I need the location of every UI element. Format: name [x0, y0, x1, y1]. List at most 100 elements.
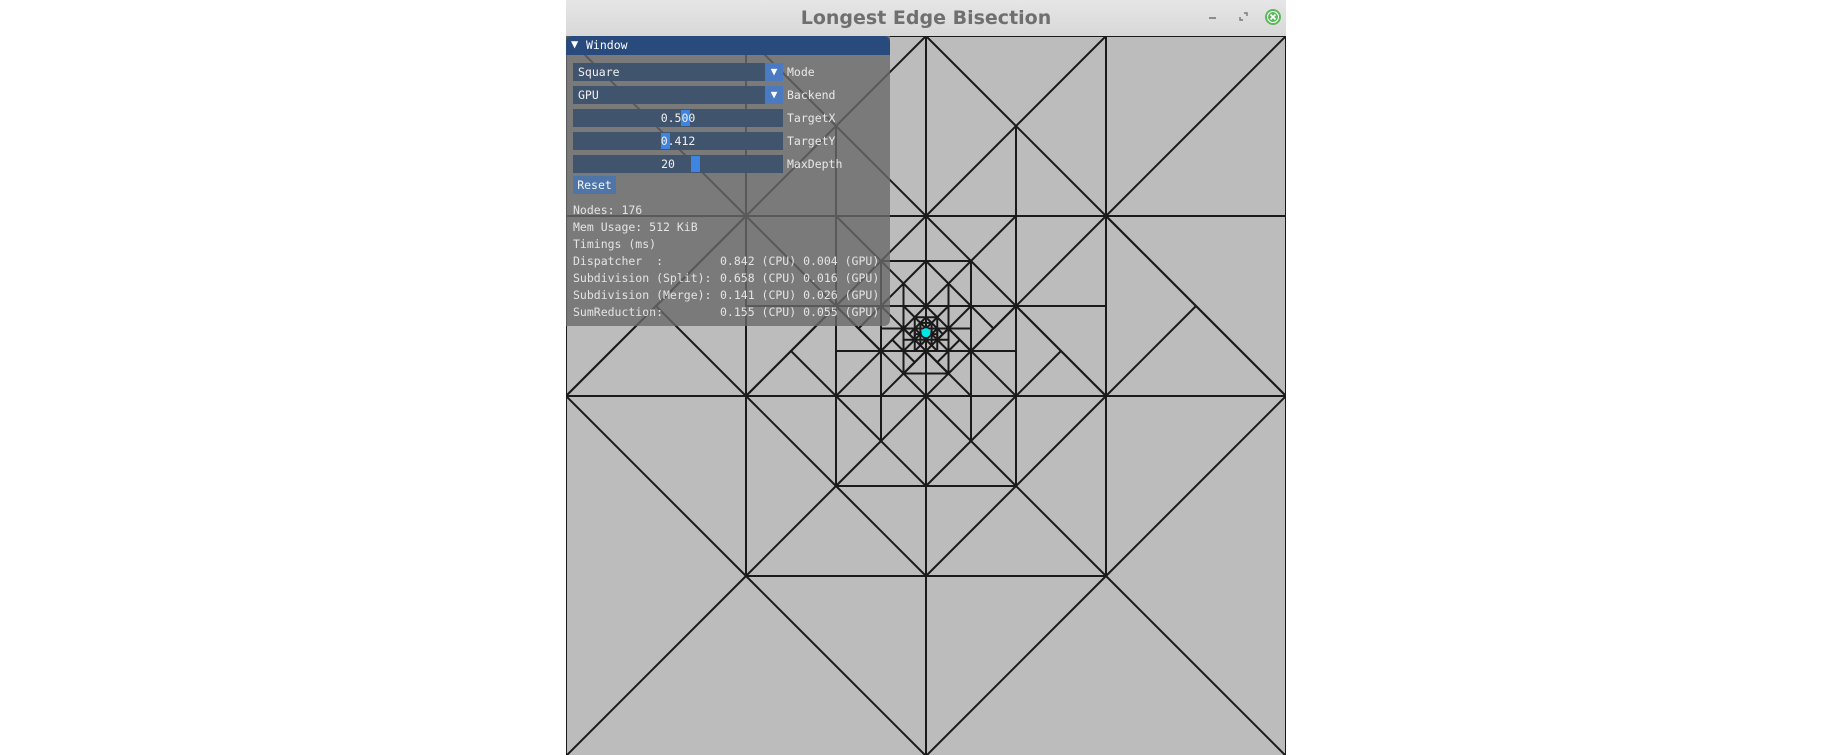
mode-label: Mode	[787, 65, 815, 79]
mesh-edge	[880, 395, 927, 442]
mesh-edge	[947, 305, 972, 330]
timing-label: Subdivision (Split):	[573, 271, 712, 285]
mesh-edge	[925, 575, 1107, 755]
minimize-icon	[1209, 17, 1216, 19]
mesh-edge	[925, 260, 950, 285]
mesh-edge	[745, 350, 792, 397]
chevron-down-icon[interactable]: ▼	[571, 37, 578, 51]
timing-label: Dispatcher :	[573, 254, 664, 268]
mesh-edge	[566, 395, 747, 577]
timing-value: 0.141 (CPU) 0.026 (GPU)	[720, 288, 880, 302]
close-icon	[1265, 9, 1281, 25]
mesh-edge	[947, 372, 972, 397]
mesh-edge	[745, 395, 837, 487]
mesh-edge	[947, 282, 972, 307]
target-y-slider[interactable]: 0.412	[573, 132, 783, 150]
target-x-value: 0.500	[660, 111, 696, 125]
mesh-edge	[902, 260, 927, 285]
close-button[interactable]	[1263, 7, 1283, 27]
mesh-edge	[970, 260, 1017, 307]
mesh-edge	[880, 350, 905, 375]
mesh-edge	[936, 316, 950, 330]
mesh-edge	[925, 305, 938, 318]
backend-combo[interactable]: GPU ▼	[573, 86, 783, 104]
mesh-edge	[902, 316, 916, 330]
mesh-edge	[914, 350, 927, 363]
nodes-stat: Nodes: 176	[573, 203, 643, 217]
mesh-edge	[902, 361, 916, 375]
mesh-edge	[1105, 395, 1286, 577]
mesh-edge	[902, 350, 916, 363]
mesh-edge	[1015, 36, 1107, 127]
mesh-edge	[790, 350, 837, 397]
mode-value: Square	[578, 65, 620, 79]
mesh-edge	[970, 215, 1017, 262]
mesh-edge	[891, 339, 905, 352]
target-y-label: TargetY	[787, 134, 836, 148]
mesh-edge	[1015, 125, 1107, 217]
mesh-edge	[1015, 395, 1107, 487]
mesh-edge	[959, 339, 972, 352]
mesh-edge	[970, 395, 1017, 442]
max-depth-value: 20	[661, 157, 675, 171]
timing-label: SumReduction:	[573, 305, 664, 319]
mesh-edge	[835, 440, 882, 487]
mesh-edge	[925, 36, 1017, 127]
mesh-edge	[745, 575, 927, 755]
imgui-panel: ▼ Window Square ▼ Mode GPU ▼ Backend 0.5…	[566, 36, 890, 326]
timing-value: 0.155 (CPU) 0.055 (GPU)	[720, 305, 880, 319]
mesh-edge	[902, 339, 916, 352]
mesh-edge	[1105, 305, 1197, 397]
max-depth-slider[interactable]: 20	[573, 155, 783, 173]
mesh-edge	[1015, 350, 1062, 397]
mesh-edge	[880, 372, 905, 397]
mesh-edge	[835, 350, 882, 397]
target-x-label: TargetX	[787, 111, 836, 125]
mesh-edge	[902, 282, 927, 307]
chevron-down-icon[interactable]: ▼	[765, 63, 783, 81]
mesh-edge	[835, 395, 882, 442]
mesh-edge	[1015, 485, 1107, 577]
target-point	[921, 328, 931, 338]
reset-button[interactable]: Reset	[573, 176, 616, 194]
mesh-edge	[925, 485, 1017, 577]
mesh-edge	[970, 440, 1017, 487]
mesh-edge	[936, 305, 950, 318]
mesh-edge	[880, 440, 927, 487]
mesh-edge	[902, 372, 927, 397]
mesh-edge	[925, 395, 972, 442]
mesh-edge	[1105, 36, 1286, 217]
mesh-edge	[947, 260, 972, 285]
mesh-edge	[1105, 575, 1286, 755]
mesh-edge	[925, 282, 950, 307]
mesh-edge	[835, 485, 927, 577]
mesh-edge	[902, 305, 916, 318]
mode-combo[interactable]: Square ▼	[573, 63, 783, 81]
mesh-edge	[925, 215, 972, 262]
mesh-edge	[914, 305, 927, 318]
timings-header: Timings (ms)	[573, 237, 657, 251]
minimize-button[interactable]	[1204, 8, 1222, 26]
target-y-value: 0.412	[660, 134, 696, 148]
backend-value: GPU	[578, 88, 599, 102]
backend-label: Backend	[787, 88, 836, 102]
mesh-edge	[1015, 215, 1107, 307]
mesh-edge	[925, 372, 950, 397]
target-x-slider[interactable]: 0.500	[573, 109, 783, 127]
mesh-edge	[936, 350, 950, 363]
mesh-edge	[970, 305, 995, 330]
maximize-button[interactable]	[1235, 8, 1253, 26]
title-bar[interactable]: Longest Edge Bisection	[566, 0, 1286, 37]
mesh-edge	[970, 350, 1017, 397]
app-window: Longest Edge Bisection ▼ Window Square ▼…	[566, 0, 1286, 755]
mesh-edge	[947, 350, 972, 375]
panel-header[interactable]: ▼ Window	[566, 36, 890, 55]
maximize-icon	[1239, 12, 1248, 21]
mesh-edge	[566, 575, 747, 755]
mesh-edge	[925, 440, 972, 487]
chevron-down-icon[interactable]: ▼	[765, 86, 783, 104]
mesh-edge	[925, 125, 1017, 217]
mesh-edge	[947, 327, 961, 341]
panel-title: Window	[586, 38, 628, 52]
mesh-edge	[947, 339, 961, 352]
